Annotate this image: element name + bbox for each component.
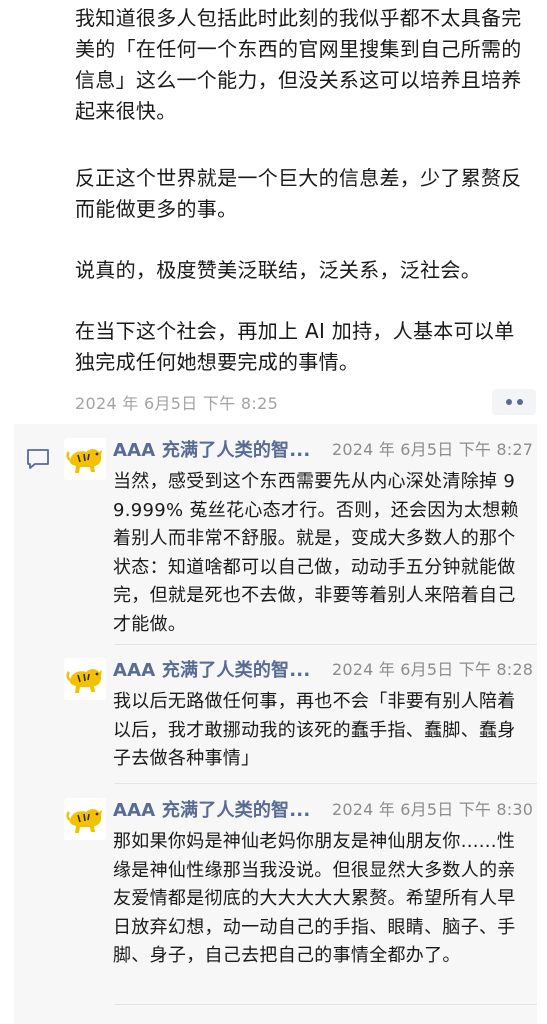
avatar[interactable] [64,658,106,700]
avatar-tiger-icon [64,798,106,840]
comment-bubble-icon [26,448,50,470]
post-paragraph: 说真的，极度赞美泛联结，泛关系，泛社会。 [75,258,481,282]
post-paragraph: 我知道很多人包括此时此刻的我似乎都不太具备完美的「在任何一个东西的官网里搜集到自… [75,6,522,123]
commenter-name[interactable]: AAA 充满了人类的智... [113,436,310,462]
comment-text: 我以后无路做任何事，再也不会「非要有别人陪着以后，我才敢挪动我的该死的蠢手指、蠢… [113,691,516,769]
comment-divider [114,783,537,784]
comment-timestamp: 2024 年 6月5日 下午 8:27 [332,440,534,459]
more-dot-icon [505,399,512,405]
comment-divider [114,1004,537,1005]
comments-section: AAA 充满了人类的智... 2024 年 6月5日 下午 8:27 当然，感受… [14,424,537,1024]
avatar[interactable] [64,798,106,840]
more-dot-icon [516,399,523,405]
comment-timestamp: 2024 年 6月5日 下午 8:30 [332,800,534,819]
more-actions-button[interactable] [492,389,536,415]
post-paragraph: 反正这个世界就是一个巨大的信息差，少了累赘反而能做更多的事。 [75,166,522,221]
comment-text: 当然，感受到这个东西需要先从内心深处清除掉 99.999% 菟丝花心态才行。否则… [113,471,519,635]
avatar[interactable] [64,438,106,480]
post-timestamp: 2024 年 6月5日 下午 8:25 [75,394,279,413]
comment-divider [114,644,537,645]
avatar-tiger-icon [64,658,106,700]
commenter-name[interactable]: AAA 充满了人类的智... [113,796,310,822]
comment-text: 那如果你妈是神仙老妈你朋友是神仙朋友你......性缘是神仙性缘那当我没说。但很… [113,831,516,966]
avatar-tiger-icon [64,438,106,480]
comment-timestamp: 2024 年 6月5日 下午 8:28 [332,660,534,679]
commenter-name[interactable]: AAA 充满了人类的智... [113,656,310,682]
post-paragraph: 在当下这个社会，再加上 AI 加持，人基本可以单独完成任何她想要完成的事情。 [75,319,515,374]
